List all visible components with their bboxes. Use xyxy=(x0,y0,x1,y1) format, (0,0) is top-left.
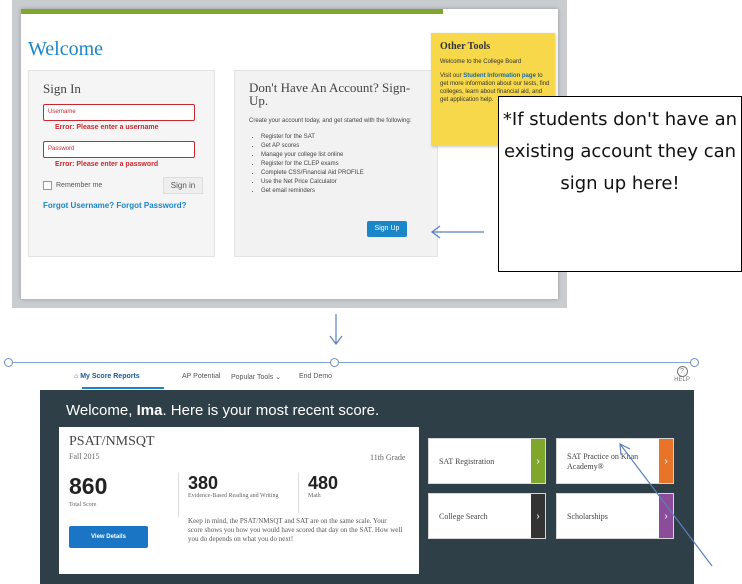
arrow-down xyxy=(329,314,343,345)
arrow-to-khan-tile xyxy=(619,442,713,567)
arrow-to-sign-up xyxy=(431,225,484,239)
annotation-arrows xyxy=(329,225,713,567)
